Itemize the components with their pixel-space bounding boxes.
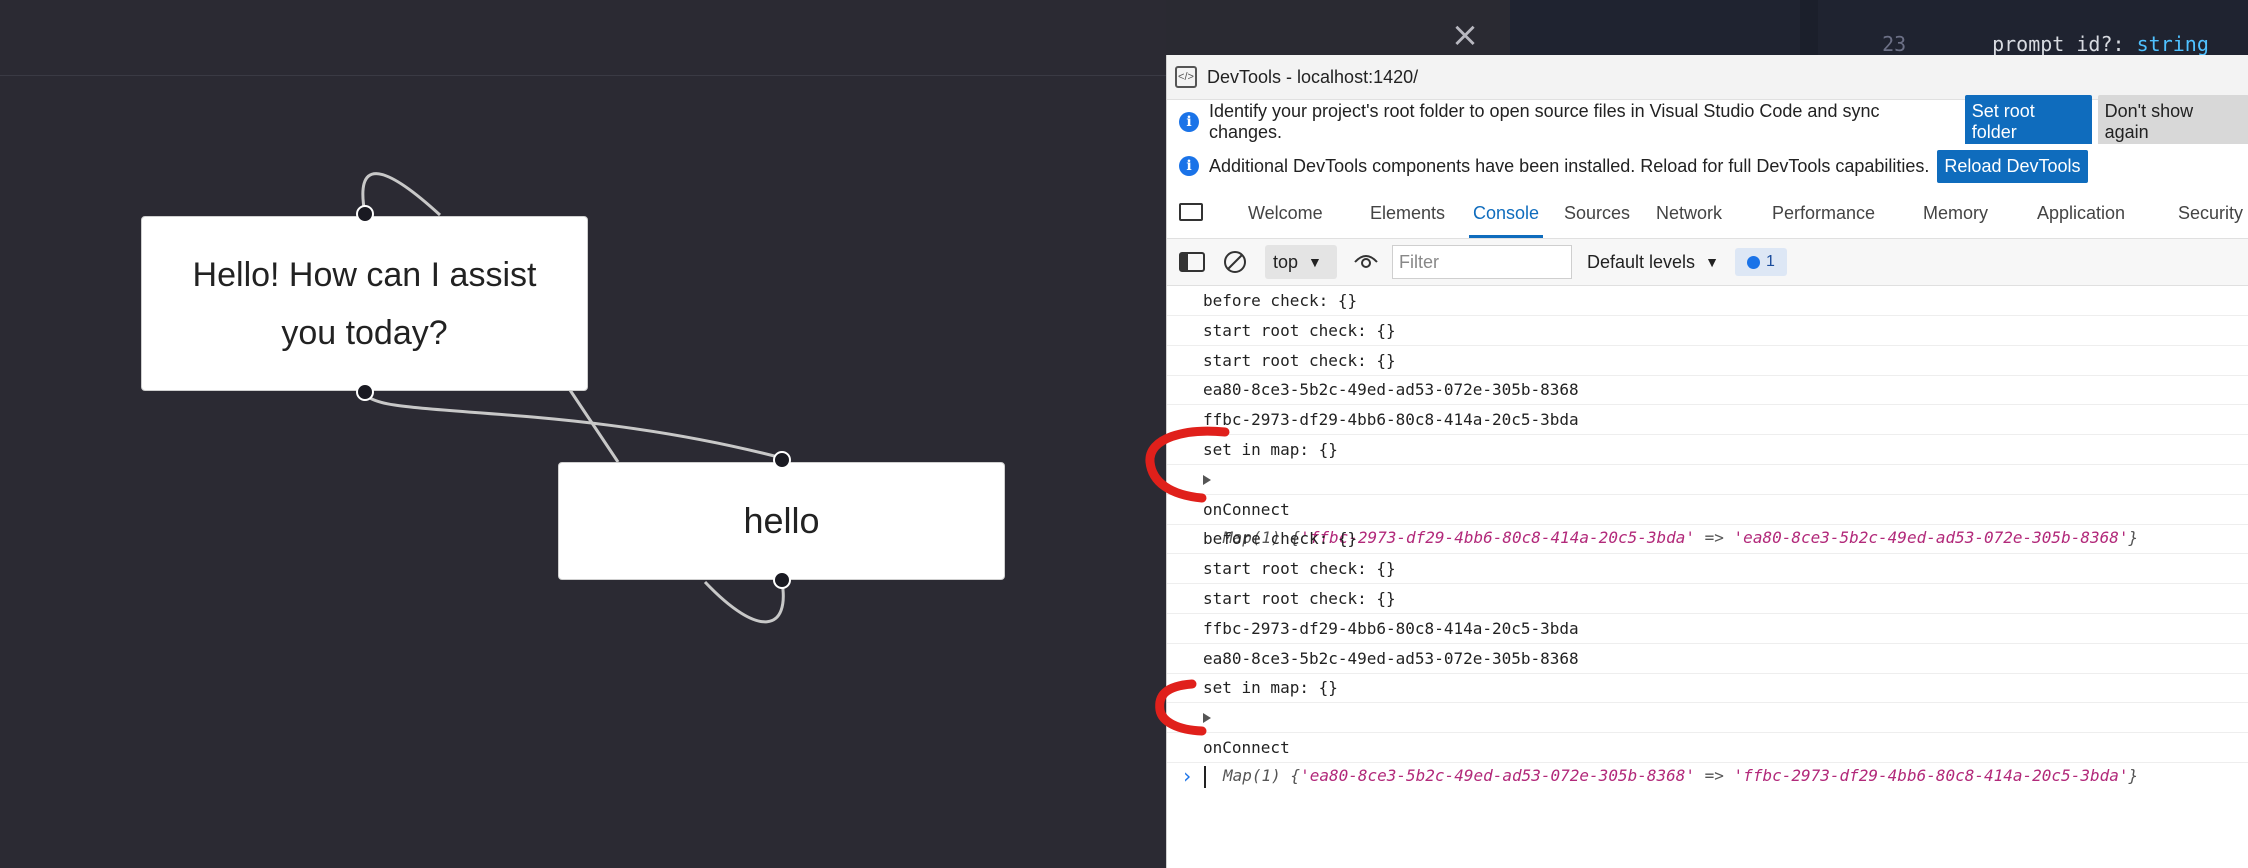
- devtools-icon: </>: [1175, 66, 1197, 88]
- annotation-bracket-2: [1155, 679, 1207, 736]
- reload-devtools-button[interactable]: Reload DevTools: [1937, 149, 2088, 183]
- devtools-title: DevTools - localhost:1420/: [1207, 66, 1419, 87]
- console-row: onConnect: [1167, 733, 2248, 763]
- chevron-down-icon: ▼: [1705, 254, 1719, 270]
- console-row: before check: {}: [1167, 286, 2248, 316]
- console-row: start root check: {}: [1167, 346, 2248, 376]
- sidebar-toggle-icon[interactable]: [1179, 239, 1205, 285]
- context-value: top: [1273, 251, 1299, 272]
- close-icon[interactable]: ×: [1450, 18, 1480, 52]
- console-input-cursor[interactable]: [1204, 766, 1206, 788]
- message-bubble-icon: [1747, 255, 1761, 269]
- devtools-titlebar: </> DevTools - localhost:1420/: [1167, 55, 2248, 100]
- editor-gutter: [1800, 0, 1818, 56]
- console-row: set in map: {}: [1167, 673, 2248, 704]
- console-row: start root check: {}: [1167, 584, 2248, 614]
- context-select[interactable]: top ▼: [1265, 245, 1337, 279]
- set-root-folder-button[interactable]: Set root folder: [1964, 95, 2092, 149]
- node2-top-handle[interactable]: [773, 451, 791, 469]
- console-row: ea80-8ce3-5b2c-49ed-ad53-072e-305b-8368: [1167, 644, 2248, 674]
- tab-network[interactable]: Network: [1656, 188, 1722, 238]
- edge-node1-node2: [363, 391, 783, 460]
- node2-bottom-handle[interactable]: [773, 571, 791, 589]
- annotation-bracket-1: [1145, 426, 1230, 503]
- node1-bottom-handle[interactable]: [356, 383, 374, 401]
- issues-badge[interactable]: 1: [1735, 248, 1787, 276]
- console-row: ffbc-2973-df29-4bb6-80c8-414a-20c5-3bda: [1167, 614, 2248, 644]
- flow-node-user[interactable]: hello: [558, 462, 1005, 580]
- inspect-element-icon[interactable]: [1179, 203, 1203, 221]
- console-row: set in map: {}: [1167, 435, 2248, 465]
- console-output[interactable]: before check: {} start root check: {} st…: [1167, 286, 2248, 868]
- tab-sources[interactable]: Sources: [1564, 188, 1630, 238]
- infobar-reload: i Additional DevTools components have be…: [1167, 144, 2248, 189]
- console-row: before check: {}: [1167, 524, 2248, 555]
- console-row: ea80-8ce3-5b2c-49ed-ad53-072e-305b-8368: [1167, 375, 2248, 406]
- infobar-message: Additional DevTools components have been…: [1209, 155, 1930, 176]
- devtools-tabbar: Welcome Elements Console Sources Network…: [1167, 188, 2248, 239]
- log-levels-label: Default levels: [1587, 251, 1696, 272]
- console-row: start root check: {}: [1167, 554, 2248, 585]
- log-levels-dropdown[interactable]: Default levels ▼: [1587, 239, 1719, 285]
- live-expression-eye-icon[interactable]: [1353, 239, 1379, 285]
- node1-top-handle[interactable]: [356, 205, 374, 223]
- tab-security[interactable]: Security: [2178, 188, 2243, 238]
- filter-input[interactable]: [1392, 245, 1572, 279]
- tab-application[interactable]: Application: [2037, 188, 2125, 238]
- edge-node2-loop: [703, 580, 785, 624]
- tab-console[interactable]: Console: [1469, 188, 1544, 238]
- clear-console-icon[interactable]: [1223, 239, 1247, 285]
- node-text: hello: [743, 500, 820, 541]
- tab-memory[interactable]: Memory: [1923, 188, 1988, 238]
- dont-show-again-button[interactable]: Don't show again: [2097, 95, 2248, 149]
- console-row: ffbc-2973-df29-4bb6-80c8-414a-20c5-3bda: [1167, 405, 2248, 436]
- console-prompt-icon: ›: [1181, 764, 1194, 788]
- node-text: Hello! How can I assist you today?: [192, 255, 537, 352]
- info-icon: i: [1179, 156, 1199, 176]
- infobar-message: Identify your project's root folder to o…: [1208, 101, 1880, 142]
- chevron-down-icon: ▼: [1308, 254, 1322, 270]
- devtools-window: </> DevTools - localhost:1420/ i Identif…: [1166, 55, 2248, 868]
- tab-elements[interactable]: Elements: [1370, 188, 1445, 238]
- info-icon: i: [1179, 112, 1199, 132]
- flow-node-assistant[interactable]: Hello! How can I assist you today?: [141, 216, 588, 391]
- infobar-root-folder: i Identify your project's root folder to…: [1167, 95, 2248, 149]
- console-map-row[interactable]: Map(1) {'ea80-8ce3-5b2c-49ed-ad53-072e-3…: [1167, 703, 2248, 785]
- tab-welcome[interactable]: Welcome: [1248, 188, 1323, 238]
- tab-performance[interactable]: Performance: [1772, 188, 1875, 238]
- console-toolbar: top ▼ Default levels ▼ 1: [1167, 239, 2248, 286]
- edge-node1-loop: [361, 172, 442, 217]
- issues-count: 1: [1766, 253, 1775, 270]
- console-row: start root check: {}: [1167, 316, 2248, 346]
- flow-edges: [361, 172, 785, 624]
- console-map-row[interactable]: Map(1) {'ffbc-2973-df29-4bb6-80c8-414a-2…: [1167, 465, 2248, 547]
- red-annotation-marks: [1145, 426, 1230, 736]
- console-row: onConnect: [1167, 495, 2248, 525]
